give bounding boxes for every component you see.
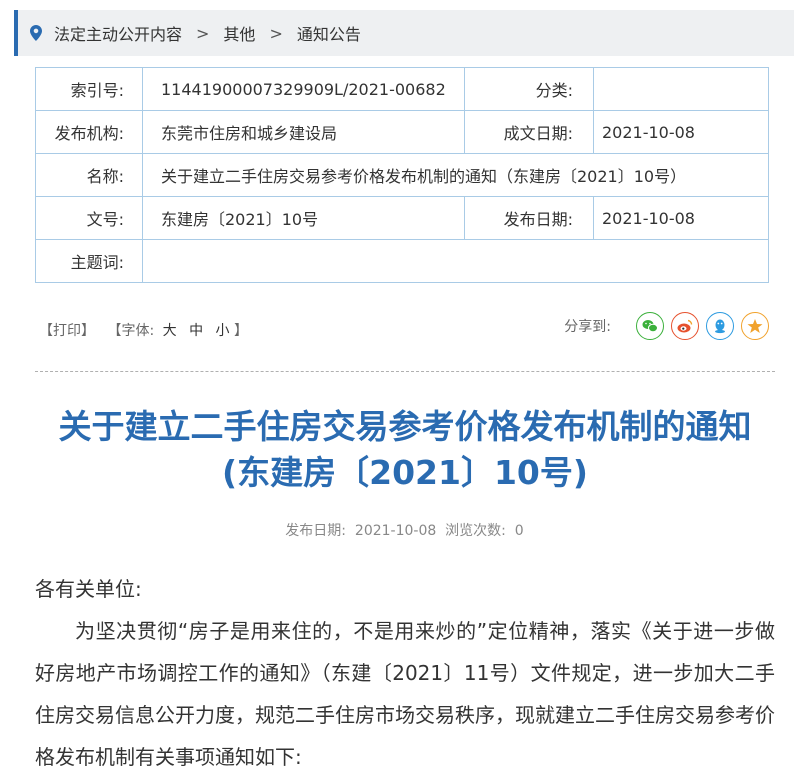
index-value: 11441900007329909L/2021-00682 — [142, 67, 465, 111]
location-pin-icon — [30, 25, 42, 41]
font-medium-button[interactable]: 中 — [189, 323, 203, 339]
table-row: 名称: 关于建立二手住房交易参考价格发布机制的通知（东建房〔2021〕10号） — [35, 153, 769, 197]
org-label: 发布机构: — [35, 110, 143, 154]
breadcrumb-item-other[interactable]: 其他 — [223, 21, 255, 45]
article-body: 各有关单位: 为坚决贯彻“房子是用来住的，不是用来炒的”定位精神，落实《关于进一… — [35, 568, 775, 778]
subject-label: 主题词: — [35, 239, 143, 283]
date-made-value: 2021-10-08 — [593, 110, 769, 154]
article-toolbar: 【打印】 【字体: 大 中 小 】 分享到: — [35, 312, 769, 344]
pub-date-label: 发布日期: — [464, 196, 594, 240]
breadcrumb-separator: > — [196, 23, 210, 43]
divider — [35, 371, 775, 372]
print-button[interactable]: 【打印】 — [39, 323, 95, 339]
subject-value — [142, 239, 769, 283]
breadcrumb-item-notices[interactable]: 通知公告 — [297, 21, 361, 45]
category-value — [593, 67, 769, 111]
name-label: 名称: — [35, 153, 143, 197]
weibo-icon[interactable] — [671, 312, 699, 340]
share-bar: 分享到: — [564, 312, 769, 340]
article-title-line1: 关于建立二手住房交易参考价格发布机制的通知 — [58, 407, 752, 446]
pub-date-value: 2021-10-08 — [593, 196, 769, 240]
article-title-line2: (东建房〔2021〕10号) — [222, 453, 588, 492]
article-greeting: 各有关单位: — [35, 577, 142, 601]
article-pub-info: 发布日期: 2021-10-08 浏览次数: 0 — [285, 523, 524, 539]
table-row: 主题词: — [35, 239, 769, 283]
font-size-suffix: 】 — [233, 323, 248, 339]
font-large-button[interactable]: 大 — [163, 323, 177, 339]
docno-label: 文号: — [35, 196, 143, 240]
breadcrumb-item-public-content[interactable]: 法定主动公开内容 — [54, 21, 182, 45]
table-row: 文号: 东建房〔2021〕10号 发布日期: 2021-10-08 — [35, 196, 769, 240]
print-font-tools: 【打印】 【字体: 大 中 小 】 — [39, 320, 248, 340]
table-row: 索引号: 11441900007329909L/2021-00682 分类: — [35, 67, 769, 111]
category-label: 分类: — [464, 67, 594, 111]
date-made-label: 成文日期: — [464, 110, 594, 154]
org-value: 东莞市住房和城乡建设局 — [142, 110, 465, 154]
breadcrumb-separator: > — [269, 23, 283, 43]
wechat-icon[interactable] — [636, 312, 664, 340]
breadcrumb: 法定主动公开内容 > 其他 > 通知公告 — [14, 10, 794, 56]
table-row: 发布机构: 东莞市住房和城乡建设局 成文日期: 2021-10-08 — [35, 110, 769, 154]
qzone-icon[interactable] — [741, 312, 769, 340]
index-label: 索引号: — [35, 67, 143, 111]
share-label: 分享到: — [564, 319, 611, 335]
article-paragraph: 为坚决贯彻“房子是用来住的，不是用来炒的”定位精神，落实《关于进一步做好房地产市… — [35, 619, 775, 769]
article-title: 关于建立二手住房交易参考价格发布机制的通知 (东建房〔2021〕10号) — [20, 404, 790, 496]
qq-icon[interactable] — [706, 312, 734, 340]
name-value: 关于建立二手住房交易参考价格发布机制的通知（东建房〔2021〕10号） — [142, 153, 769, 197]
document-meta-table: 索引号: 11441900007329909L/2021-00682 分类: 发… — [35, 67, 769, 283]
docno-value: 东建房〔2021〕10号 — [142, 196, 465, 240]
font-size-prefix: 【字体: — [107, 323, 155, 339]
font-small-button[interactable]: 小 — [216, 323, 230, 339]
